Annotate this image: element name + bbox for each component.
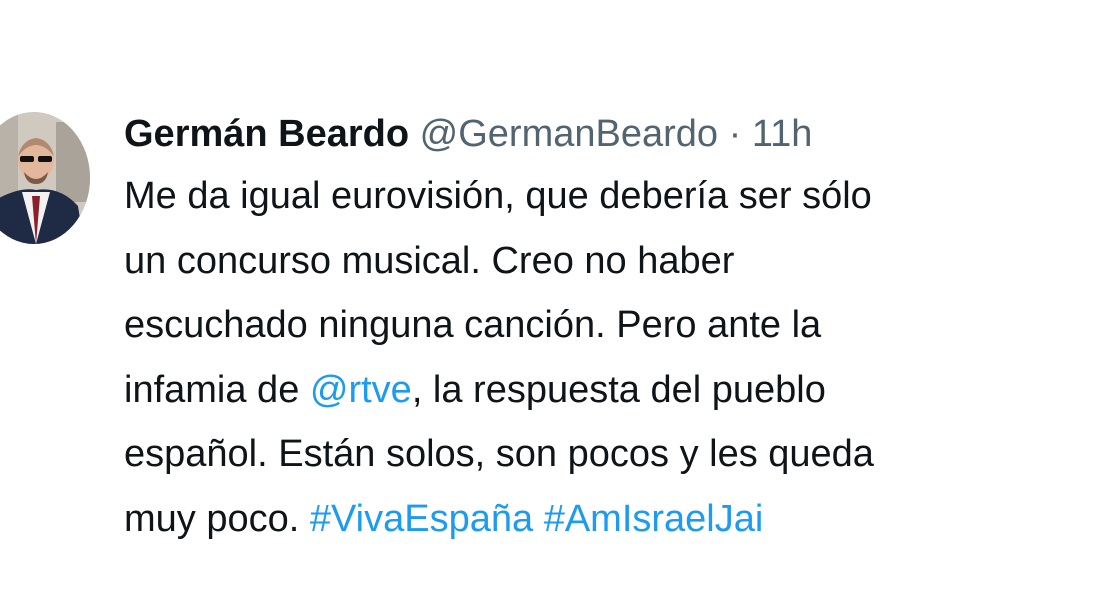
tweet-content: Germán Beardo @GermanBeardo · 11h Me da … bbox=[124, 108, 1084, 551]
mention-link[interactable]: @rtve bbox=[310, 369, 412, 411]
author-handle[interactable]: @GermanBeardo bbox=[420, 113, 718, 155]
text-segment: , la respuesta del pueblo bbox=[411, 368, 826, 411]
hashtag-link[interactable]: #AmIsraelJai bbox=[544, 498, 764, 540]
tweet-text: Me da igual eurovisión, que debería ser … bbox=[124, 164, 1084, 551]
tweet-card[interactable]: Germán Beardo @GermanBeardo · 11h Me da … bbox=[0, 0, 1093, 600]
tweet-header: Germán Beardo @GermanBeardo · 11h bbox=[124, 108, 1084, 160]
hashtag-link[interactable]: #VivaEspaña bbox=[310, 498, 533, 540]
author-name[interactable]: Germán Beardo bbox=[124, 113, 409, 155]
tweet-text-line: Me da igual eurovisión, que debería ser … bbox=[124, 175, 872, 217]
text-segment: infamia de bbox=[124, 368, 310, 411]
tweet-text-line: español. Están solos, son pocos y les qu… bbox=[124, 433, 874, 475]
tweet-text-line: infamia de @rtve, la respuesta del puebl… bbox=[124, 358, 1084, 423]
text-segment: muy poco. bbox=[124, 497, 310, 540]
separator-dot: · bbox=[728, 113, 742, 155]
avatar[interactable] bbox=[0, 112, 90, 244]
tweet-text-line: escuchado ninguna canción. Pero ante la bbox=[124, 304, 822, 346]
tweet-text-line: muy poco. #VivaEspaña #AmIsraelJai bbox=[124, 487, 1084, 552]
timestamp[interactable]: 11h bbox=[752, 113, 813, 155]
tweet-text-line: un concurso musical. Creo no haber bbox=[124, 239, 735, 282]
